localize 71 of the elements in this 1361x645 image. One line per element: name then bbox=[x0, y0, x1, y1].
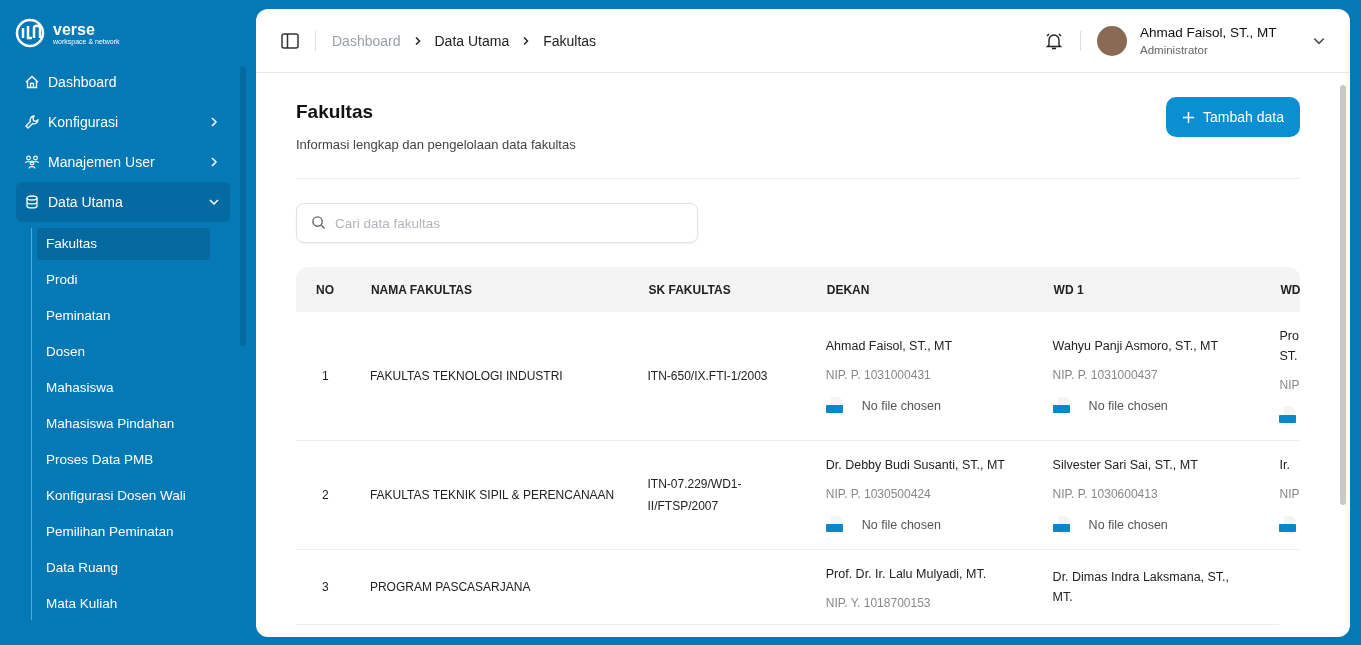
sidebar-item[interactable]: Data Utama bbox=[16, 182, 230, 222]
person-nip: NIP bbox=[1279, 487, 1300, 501]
sidebar-toggle-icon[interactable] bbox=[281, 32, 299, 49]
jpg-file-icon[interactable] bbox=[825, 515, 846, 535]
column-header: DEKAN bbox=[826, 282, 870, 297]
column-header: NAMA FAKULTAS bbox=[370, 282, 473, 297]
table-cell: 3 bbox=[322, 580, 329, 594]
page-title: Fakultas bbox=[296, 101, 375, 123]
submenu-item[interactable]: Dosen bbox=[37, 336, 210, 368]
logo-text: verse bbox=[53, 21, 96, 38]
submenu-item[interactable]: Pemilihan Peminatan bbox=[37, 516, 210, 548]
submenu-item[interactable]: Prodi bbox=[37, 264, 210, 296]
file-status: No file chosen bbox=[861, 518, 941, 532]
person-name: Dr. Dimas Indra Laksmana, ST., MT. bbox=[1052, 569, 1231, 606]
add-data-button[interactable]: Tambah data bbox=[1166, 97, 1300, 137]
search-icon bbox=[311, 215, 326, 230]
person-name: Dr. Debby Budi Susanti, ST., MT bbox=[825, 457, 1006, 474]
person-name: Prof. Dr. Ir. Lalu Mulyadi, MT. bbox=[825, 566, 988, 583]
sidebar-item[interactable]: Konfigurasi bbox=[16, 102, 230, 142]
table-cell: 1 bbox=[322, 369, 329, 383]
person-name: Wahyu Panji Asmoro, ST., MT bbox=[1052, 338, 1220, 355]
file-status: No file chosen bbox=[1088, 518, 1168, 532]
file-status: No file chosen bbox=[1088, 399, 1168, 413]
breadcrumb-link[interactable]: Data Utama bbox=[434, 32, 510, 49]
table-cell: FAKULTAS TEKNOLOGI INDUSTRI bbox=[369, 369, 563, 383]
person-name: Ahmad Faisol, ST., MT bbox=[825, 338, 954, 355]
column-header: WD 1 bbox=[1053, 282, 1084, 297]
jpg-file-icon[interactable] bbox=[1052, 396, 1073, 416]
wrench-icon bbox=[24, 114, 40, 130]
jpg-file-icon[interactable] bbox=[1052, 515, 1073, 535]
avatar-placeholder bbox=[1097, 25, 1127, 56]
page-subtitle: Informasi lengkap dan pengelolaan data fakultas bbox=[296, 137, 576, 152]
submenu-item[interactable]: Proses Data PMB bbox=[37, 444, 210, 476]
submenu-item[interactable]: Mahasiswa bbox=[37, 372, 210, 404]
database-icon bbox=[24, 194, 40, 210]
submenu-item[interactable]: Fakultas bbox=[37, 228, 210, 260]
column-header: NO bbox=[316, 282, 334, 297]
person-nip: NIP bbox=[1279, 378, 1300, 392]
scrollbar-thumb[interactable] bbox=[1340, 85, 1346, 505]
submenu-item[interactable]: Konfigurasi Dosen Wali bbox=[37, 480, 210, 512]
jpg-file-icon[interactable] bbox=[825, 396, 846, 416]
person-nip: NIP. P. 1030600413 bbox=[1052, 487, 1159, 501]
user-name: Ahmad Faisol, ST., MT bbox=[1140, 25, 1278, 40]
person-name: Pro ST. bbox=[1279, 328, 1300, 365]
person-nip: NIP. P. 1031000431 bbox=[825, 368, 932, 382]
table-cell: PROGRAM PASCASARJANA bbox=[369, 580, 531, 594]
table-cell: 2 bbox=[322, 488, 329, 502]
file-status: No file chosen bbox=[861, 399, 941, 413]
submenu-item[interactable]: Data Ruang bbox=[37, 552, 210, 584]
submenu-item[interactable]: Mahasiswa Pindahan bbox=[37, 408, 210, 440]
search-field[interactable]: Cari data fakultas bbox=[296, 203, 698, 243]
person-name: Silvester Sari Sai, ST., MT bbox=[1052, 457, 1199, 474]
user-role: Administrator bbox=[1140, 44, 1209, 56]
submenu-item[interactable]: Peminatan bbox=[37, 300, 210, 332]
breadcrumb-link[interactable]: Dashboard bbox=[332, 32, 401, 49]
person-nip: NIP. Y. 1018700153 bbox=[825, 596, 932, 610]
table-cell: ITN-07.229/WD1-II/FTSP/2007 bbox=[647, 477, 742, 513]
breadcrumb-link[interactable]: Fakultas bbox=[543, 32, 597, 49]
table-cell: FAKULTAS TEKNIK SIPIL & PERENCANAAN bbox=[369, 488, 615, 502]
column-header: SK FAKULTAS bbox=[648, 282, 731, 297]
users-icon bbox=[24, 154, 40, 170]
person-name: Ir. bbox=[1279, 457, 1291, 474]
table-cell: ITN-650/IX.FTI-1/2003 bbox=[647, 369, 768, 383]
submenu-item[interactable]: Mata Kuliah bbox=[37, 588, 210, 620]
home-icon bbox=[24, 74, 40, 90]
sidebar-item[interactable]: Dashboard bbox=[16, 62, 230, 102]
person-nip: NIP. P. 1030500424 bbox=[825, 487, 932, 501]
plus-icon bbox=[1182, 110, 1196, 124]
person-nip: NIP. P. 1031000437 bbox=[1052, 368, 1159, 382]
sidebar-item[interactable]: Manajemen User bbox=[16, 142, 230, 182]
column-header: WD bbox=[1280, 282, 1300, 297]
